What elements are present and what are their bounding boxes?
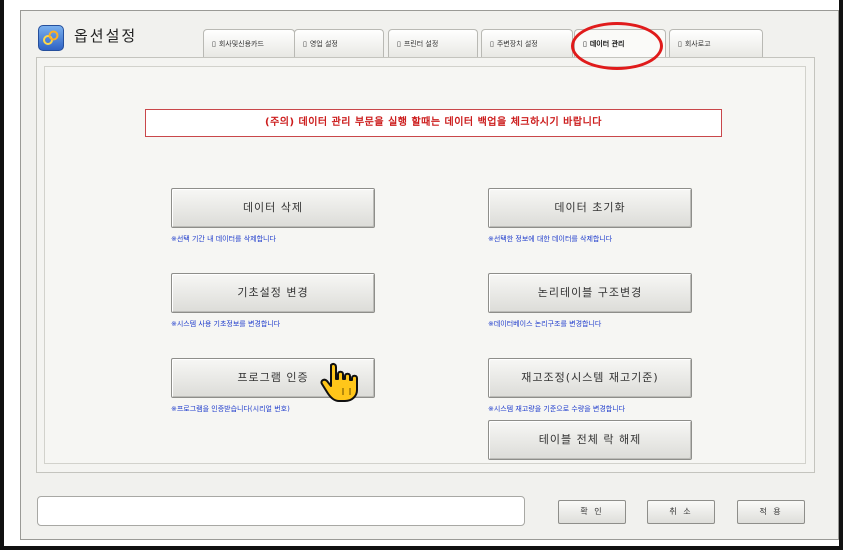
warning-notice: (주의) 데이터 관리 부문을 실행 할때는 데이터 백업을 체크하시기 바랍니… (145, 109, 722, 137)
logic-table-description: ※데이터베이스 논리구조를 변경합니다 (488, 320, 602, 328)
delete-data-description: ※선택 기간 내 데이터를 삭제합니다 (171, 235, 276, 243)
hand-pointer-icon (320, 362, 358, 402)
stock-adjust-description: ※시스템 재고량을 기준으로 수량을 변경합니다 (488, 405, 626, 413)
confirm-button[interactable]: 확 인 (558, 500, 626, 524)
window-edge-left (0, 0, 4, 550)
app-settings-icon (38, 25, 64, 51)
delete-data-button[interactable]: 데이터 삭제 (171, 188, 375, 228)
tab-label: 프린터 설정 (403, 40, 439, 48)
logic-table-button[interactable]: 논리테이블 구조변경 (488, 273, 692, 313)
status-field (37, 496, 525, 526)
tab-company-card[interactable]: ▯ 회사및신용카드 (203, 29, 295, 57)
stock-adjust-button[interactable]: 재고조정(시스템 재고기준) (488, 358, 692, 398)
program-auth-description: ※프로그램을 인증받습니다(시리얼 번호) (171, 405, 290, 413)
tab-sales-settings[interactable]: ▯ 영업 설정 (294, 29, 384, 57)
tab-marker-icon: ▯ (303, 40, 307, 48)
window-edge-right (839, 0, 843, 550)
base-settings-description: ※시스템 사용 기초정보를 변경합니다 (171, 320, 281, 328)
tab-company-logo[interactable]: ▯ 회사로고 (669, 29, 763, 57)
tab-label: 주변장치 설정 (496, 40, 538, 48)
tab-marker-icon: ▯ (212, 40, 216, 48)
tab-peripheral-settings[interactable]: ▯ 주변장치 설정 (481, 29, 573, 57)
highlight-circle (571, 22, 663, 70)
tab-label: 영업 설정 (309, 40, 338, 48)
tab-label: 회사및신용카드 (218, 40, 264, 48)
apply-button[interactable]: 적 용 (737, 500, 805, 524)
init-data-button[interactable]: 데이터 초기화 (488, 188, 692, 228)
window-edge-bottom (0, 546, 843, 550)
tab-marker-icon: ▯ (490, 40, 494, 48)
tab-marker-icon: ▯ (397, 40, 401, 48)
init-data-description: ※선택한 정보에 대한 데이터를 삭제합니다 (488, 235, 613, 243)
tab-marker-icon: ▯ (678, 40, 682, 48)
tab-label: 회사로고 (684, 40, 711, 48)
table-unlock-button[interactable]: 테이블 전체 락 해제 (488, 420, 692, 460)
cancel-button[interactable]: 취 소 (647, 500, 715, 524)
window-title: 옵션설정 (74, 27, 138, 45)
tab-printer-settings[interactable]: ▯ 프린터 설정 (388, 29, 478, 57)
base-settings-button[interactable]: 기초설정 변경 (171, 273, 375, 313)
